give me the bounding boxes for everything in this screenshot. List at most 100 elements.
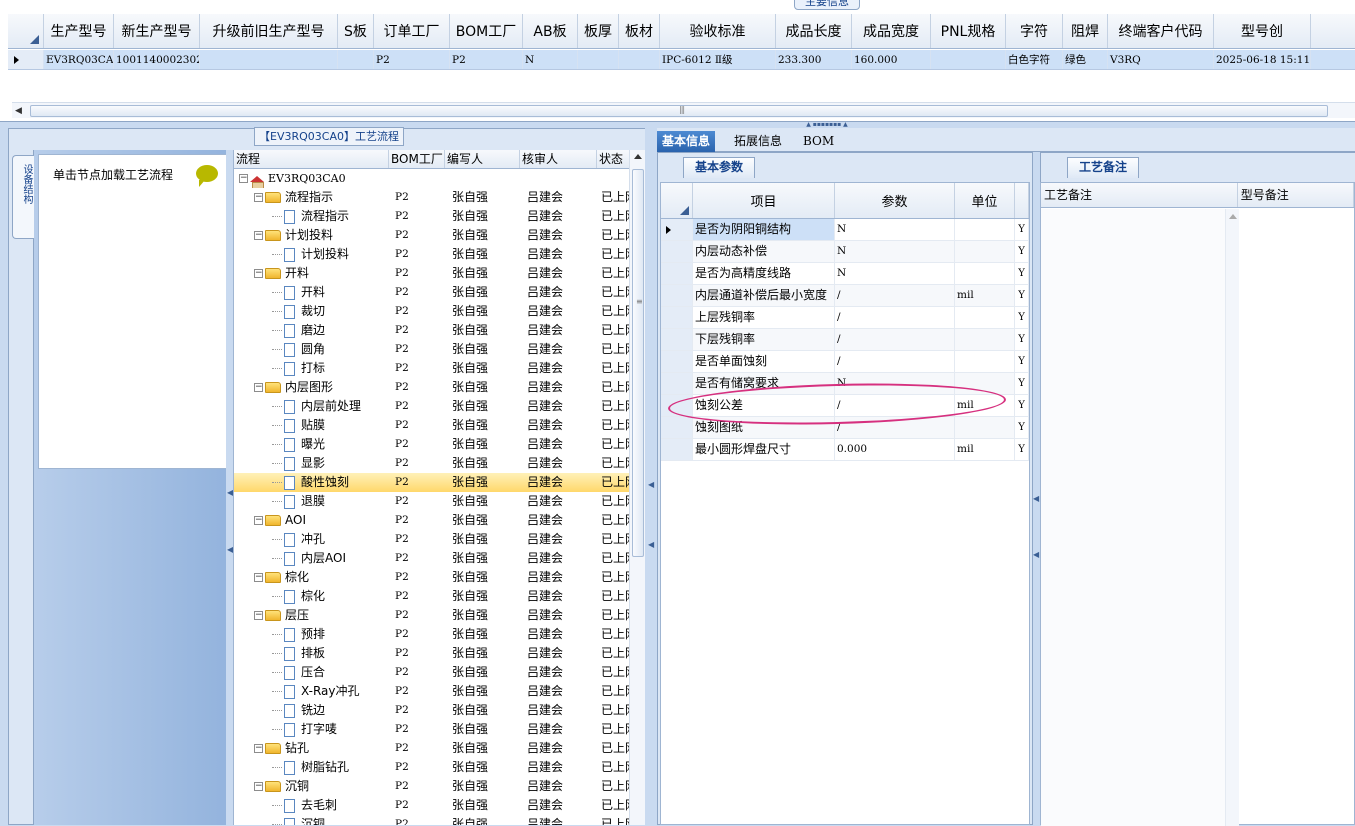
tree-node[interactable]: 流程指示 bbox=[234, 207, 389, 226]
top-col-header[interactable]: BOM工厂 bbox=[450, 14, 523, 48]
scroll-up-icon[interactable] bbox=[1229, 214, 1237, 219]
top-cell[interactable] bbox=[619, 50, 660, 69]
tab-basic-params[interactable]: 基本参数 bbox=[683, 157, 755, 178]
tree-node[interactable]: − 计划投料 bbox=[234, 226, 389, 245]
tree-node[interactable]: 开料 bbox=[234, 283, 389, 302]
tree-node[interactable]: 预排 bbox=[234, 625, 389, 644]
col-reviewer[interactable]: 核审人 bbox=[520, 150, 597, 168]
select-all-corner[interactable] bbox=[661, 183, 693, 218]
row-indicator[interactable] bbox=[661, 417, 693, 438]
tree-row[interactable]: 圆角 P2 张自强 吕建会 已上网 bbox=[234, 340, 645, 359]
col-process-note[interactable]: 工艺备注 bbox=[1041, 183, 1238, 207]
tree-row[interactable]: 沉铜 P2 张自强 吕建会 已上网 bbox=[234, 815, 645, 825]
top-col-header[interactable]: 成品宽度 bbox=[852, 14, 931, 48]
tree-row[interactable]: 显影 P2 张自强 吕建会 已上网 bbox=[234, 454, 645, 473]
tree-node[interactable]: X-Ray冲孔 bbox=[234, 682, 389, 701]
speech-bubble-icon[interactable] bbox=[196, 165, 218, 187]
param-value[interactable]: N bbox=[835, 373, 955, 394]
top-cell[interactable]: 白色字符 bbox=[1006, 50, 1063, 69]
top-cell[interactable]: 160.000 bbox=[852, 50, 931, 69]
tree-node[interactable]: − 内层图形 bbox=[234, 378, 389, 397]
col-bom-factory[interactable]: BOM工厂 bbox=[389, 150, 445, 168]
tree-row[interactable]: 树脂钻孔 P2 张自强 吕建会 已上网 bbox=[234, 758, 645, 777]
select-all-corner[interactable] bbox=[8, 14, 44, 48]
row-indicator[interactable] bbox=[661, 307, 693, 328]
scroll-thumb[interactable]: ≡ bbox=[632, 169, 644, 557]
param-value[interactable]: N bbox=[835, 263, 955, 284]
top-cell[interactable]: 233.300 bbox=[776, 50, 852, 69]
tree-node[interactable]: 打标 bbox=[234, 359, 389, 378]
top-col-header[interactable]: PNL规格 bbox=[931, 14, 1006, 48]
tree-row[interactable]: X-Ray冲孔 P2 张自强 吕建会 已上网 bbox=[234, 682, 645, 701]
top-col-header[interactable]: AB板 bbox=[523, 14, 578, 48]
tree-row[interactable]: 裁切 P2 张自强 吕建会 已上网 bbox=[234, 302, 645, 321]
tree-row[interactable]: − 内层图形 P2 张自强 吕建会 已上网 bbox=[234, 378, 645, 397]
tree-row[interactable]: − 沉铜 P2 张自强 吕建会 已上网 bbox=[234, 777, 645, 796]
tree-row[interactable]: 流程指示 P2 张自强 吕建会 已上网 bbox=[234, 207, 645, 226]
tree-row[interactable]: − AOI P2 张自强 吕建会 已上网 bbox=[234, 511, 645, 530]
top-col-header[interactable]: 升级前旧生产型号 bbox=[200, 14, 338, 48]
process-note-text[interactable] bbox=[1041, 209, 1239, 826]
tree-row[interactable]: 去毛刺 P2 张自强 吕建会 已上网 bbox=[234, 796, 645, 815]
collapse-left-icon[interactable]: ◀ bbox=[648, 480, 654, 489]
row-indicator[interactable] bbox=[661, 219, 693, 240]
tree-node[interactable]: − 层压 bbox=[234, 606, 389, 625]
param-row[interactable]: 蚀刻公差 / mil Y bbox=[661, 395, 1029, 417]
tree-node[interactable]: 裁切 bbox=[234, 302, 389, 321]
top-cell[interactable]: IPC-6012 Ⅱ级 bbox=[660, 50, 776, 69]
tree-node[interactable]: 排板 bbox=[234, 644, 389, 663]
tree-node[interactable]: 棕化 bbox=[234, 587, 389, 606]
param-row[interactable]: 内层动态补偿 N Y bbox=[661, 241, 1029, 263]
tree-node[interactable]: 内层AOI bbox=[234, 549, 389, 568]
tree-node[interactable]: 树脂钻孔 bbox=[234, 758, 389, 777]
collapse-left-icon[interactable]: ◀ bbox=[1033, 494, 1039, 503]
tree-node[interactable]: 曝光 bbox=[234, 435, 389, 454]
top-col-header[interactable]: 订单工厂 bbox=[374, 14, 450, 48]
collapse-toggle-icon[interactable]: − bbox=[254, 231, 263, 240]
top-cell[interactable] bbox=[578, 50, 619, 69]
top-col-header[interactable]: 板材 bbox=[619, 14, 660, 48]
tree-row[interactable]: − EV3RQ03CA0 bbox=[234, 169, 645, 188]
top-cell[interactable]: P2 bbox=[450, 50, 523, 69]
tree-row[interactable]: 内层AOI P2 张自强 吕建会 已上网 bbox=[234, 549, 645, 568]
tree-node[interactable]: 铣边 bbox=[234, 701, 389, 720]
left-splitter[interactable]: ◀ ◀ bbox=[226, 150, 233, 825]
collapse-toggle-icon[interactable]: − bbox=[254, 269, 263, 278]
tree-node[interactable]: − 棕化 bbox=[234, 568, 389, 587]
param-value[interactable]: 0.000 bbox=[835, 439, 955, 460]
param-value[interactable]: N bbox=[835, 219, 955, 240]
tree-row[interactable]: 计划投料 P2 张自强 吕建会 已上网 bbox=[234, 245, 645, 264]
tree-row[interactable]: 酸性蚀刻 P2 张自强 吕建会 已上网 bbox=[234, 473, 645, 492]
tree-node[interactable]: 去毛刺 bbox=[234, 796, 389, 815]
tree-node[interactable]: 冲孔 bbox=[234, 530, 389, 549]
top-col-header[interactable]: 字符 bbox=[1006, 14, 1063, 48]
tree-row[interactable]: − 钻孔 P2 张自强 吕建会 已上网 bbox=[234, 739, 645, 758]
param-row[interactable]: 是否有储窝要求 N Y bbox=[661, 373, 1029, 395]
col-param[interactable]: 参数 bbox=[835, 183, 955, 218]
collapse-toggle-icon[interactable]: − bbox=[254, 383, 263, 392]
top-col-header[interactable]: 验收标准 bbox=[660, 14, 776, 48]
col-flow[interactable]: 流程 bbox=[234, 150, 389, 168]
param-row[interactable]: 上层残铜率 / Y bbox=[661, 307, 1029, 329]
collapse-toggle-icon[interactable]: − bbox=[254, 573, 263, 582]
top-col-header[interactable]: 终端客户代码 bbox=[1108, 14, 1214, 48]
process-flow-tab[interactable]: 【EV3RQ03CA0】工艺流程 bbox=[254, 127, 404, 146]
top-col-header[interactable]: 成品长度 bbox=[776, 14, 852, 48]
tree-node[interactable]: 内层前处理 bbox=[234, 397, 389, 416]
tree-node[interactable]: 贴膜 bbox=[234, 416, 389, 435]
tree-row[interactable]: 打字唛 P2 张自强 吕建会 已上网 bbox=[234, 720, 645, 739]
notes-scrollbar[interactable] bbox=[1225, 209, 1239, 826]
param-value[interactable]: / bbox=[835, 285, 955, 306]
col-model-note[interactable]: 型号备注 bbox=[1238, 183, 1354, 207]
tree-row[interactable]: − 流程指示 P2 张自强 吕建会 已上网 bbox=[234, 188, 645, 207]
param-row[interactable]: 蚀刻图纸 / Y bbox=[661, 417, 1029, 439]
collapse-toggle-icon[interactable]: − bbox=[254, 744, 263, 753]
top-cell[interactable] bbox=[338, 50, 374, 69]
tree-row[interactable]: 棕化 P2 张自强 吕建会 已上网 bbox=[234, 587, 645, 606]
tree-node[interactable]: 打字唛 bbox=[234, 720, 389, 739]
top-col-header[interactable]: 生产型号 bbox=[44, 14, 114, 48]
tree-node[interactable]: − EV3RQ03CA0 bbox=[234, 169, 389, 188]
top-col-header[interactable]: 新生产型号 bbox=[114, 14, 200, 48]
tree-row[interactable]: 曝光 P2 张自强 吕建会 已上网 bbox=[234, 435, 645, 454]
row-indicator[interactable] bbox=[661, 263, 693, 284]
